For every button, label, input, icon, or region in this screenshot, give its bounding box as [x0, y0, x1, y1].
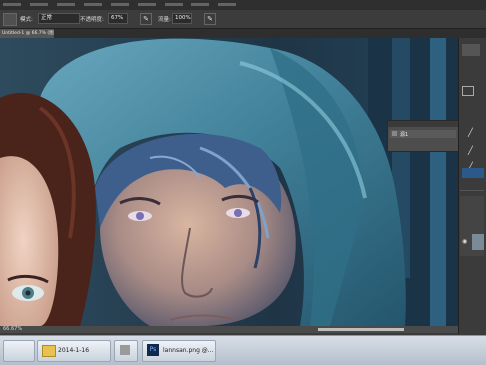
panel-header: [388, 121, 458, 127]
taskbar-folder-window[interactable]: 2014-1-16: [37, 340, 111, 362]
taskbar-media-button[interactable]: [114, 340, 138, 362]
canvas-area[interactable]: [0, 38, 458, 326]
brush-preset-icon[interactable]: [462, 168, 484, 178]
swatch-icon[interactable]: [462, 44, 480, 56]
menu-item[interactable]: [3, 3, 21, 6]
taskbar-photoshop-window[interactable]: Ps lannsan.png @...: [142, 340, 216, 362]
menu-item[interactable]: [137, 3, 156, 6]
opacity-label: 不透明度:: [80, 17, 104, 23]
pressure-opacity-icon[interactable]: ✎: [140, 13, 152, 25]
mode-select[interactable]: 正常: [38, 13, 80, 24]
eye-icon[interactable]: ◉: [462, 238, 470, 245]
artwork-image: [0, 38, 458, 326]
options-bar: 模式: 正常 不透明度: 67% ✎ 流量: 100% ✎: [0, 10, 486, 29]
brush-tool-icon[interactable]: [3, 13, 17, 26]
folder-icon: [42, 345, 56, 357]
adjustments-icon[interactable]: [462, 86, 474, 96]
menu-item[interactable]: [29, 3, 48, 6]
document-tab-bar: Untitled-1 @ 66.7% (图层 1, RGB/8) *: [0, 29, 486, 38]
photoshop-window-label: lannsan.png @...: [163, 347, 214, 354]
layer-thumbnail[interactable]: [472, 234, 484, 250]
mode-label: 模式:: [20, 17, 33, 23]
os-taskbar: 2014-1-16 Ps lannsan.png @...: [0, 335, 486, 365]
photoshop-icon: Ps: [147, 344, 159, 356]
start-button[interactable]: [3, 340, 35, 362]
right-panel-dock: [458, 38, 486, 334]
menu-item[interactable]: [164, 3, 183, 6]
menu-item[interactable]: [83, 3, 102, 6]
folder-window-label: 2014-1-16: [58, 347, 90, 354]
menu-item[interactable]: [56, 3, 75, 6]
flow-field[interactable]: 100%: [172, 13, 192, 24]
history-item-label: 源1: [400, 132, 409, 138]
brush-panel-icon[interactable]: ╱: [468, 128, 480, 140]
history-panel: 源1: [387, 120, 459, 152]
history-item-icon: [392, 131, 397, 136]
flow-label: 流量:: [158, 17, 171, 23]
panel-divider: [460, 190, 484, 191]
airbrush-icon[interactable]: ✎: [204, 13, 216, 25]
menu-item[interactable]: [218, 3, 237, 6]
brush-preset-icon[interactable]: ╱: [468, 146, 480, 158]
media-player-icon: [120, 345, 130, 355]
history-item[interactable]: 源1: [390, 130, 456, 138]
menu-item[interactable]: [191, 3, 210, 6]
opacity-field[interactable]: 67%: [108, 13, 128, 24]
document-tab[interactable]: Untitled-1 @ 66.7% (图层 1, RGB/8) *: [0, 29, 54, 38]
scrollbar-thumb[interactable]: [318, 328, 404, 331]
menu-item[interactable]: [110, 3, 129, 6]
zoom-readout: 66.67%: [3, 326, 23, 332]
